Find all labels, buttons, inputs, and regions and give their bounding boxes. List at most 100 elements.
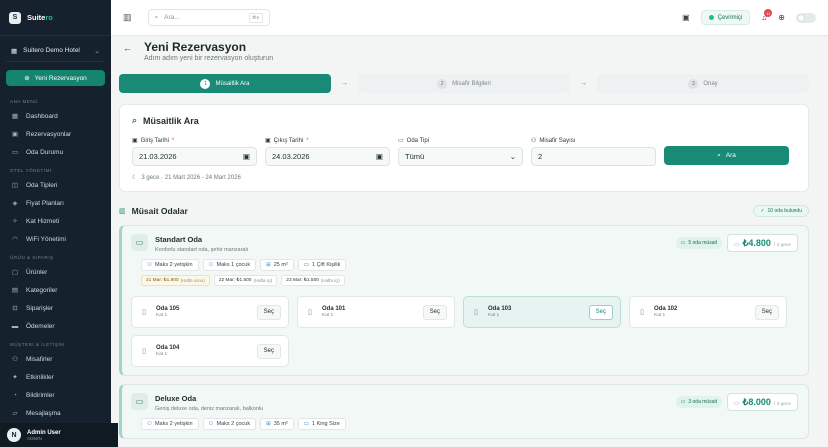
sidebar-toggle-icon[interactable]: ▥ bbox=[123, 12, 132, 23]
rate-note: (Hafta içi) bbox=[320, 278, 340, 283]
room-unit[interactable]: ▯ Oda 103 Kat 1 Seç bbox=[463, 296, 621, 328]
sidebar-item-kat-hizmeti[interactable]: ✧ Kat Hizmeti bbox=[0, 212, 111, 230]
room-unit[interactable]: ▯ Oda 105 Kat 1 Seç bbox=[131, 296, 289, 328]
room-unit[interactable]: ▯ Oda 102 Kat 1 Seç bbox=[629, 296, 787, 328]
calendar-icon: ▣ bbox=[132, 138, 138, 144]
sidebar-item-label: Bildirimler bbox=[26, 391, 55, 399]
child-icon: ⚇ bbox=[208, 421, 214, 427]
select-room-button[interactable]: Seç bbox=[754, 304, 779, 320]
hotel-name: Suitero Demo Hotel bbox=[23, 47, 80, 54]
status-badge[interactable]: Çevrimiçi bbox=[700, 10, 751, 25]
calendar-icon: ▣ bbox=[265, 138, 271, 144]
sidebar-item-label: Oda Tipleri bbox=[26, 181, 58, 189]
select-room-button[interactable]: Seç bbox=[588, 304, 613, 320]
search-icon: ⌕ bbox=[154, 13, 159, 21]
sidebar-item-sipari-ler[interactable]: ⊡ Siparişler bbox=[0, 299, 111, 317]
sidebar-item-label: Dashboard bbox=[26, 112, 58, 120]
bed-icon: ▭ bbox=[11, 149, 19, 156]
sidebar-item-bildirimler[interactable]: ◔ Bildirimler bbox=[0, 386, 111, 404]
sidebar-item-wifi-y-netimi[interactable]: ◠ WiFi Yönetimi bbox=[0, 230, 111, 248]
room-feature-tag: ⚇ Maks 2 çocuk bbox=[202, 418, 257, 430]
checkout-date-input[interactable]: 24.03.2026 ▣ bbox=[265, 147, 390, 166]
step-1[interactable]: 1 Müsaitlik Ara bbox=[119, 74, 331, 93]
sidebar-item-label: Oda Durumu bbox=[26, 148, 64, 156]
checkin-date-input[interactable]: 21.03.2026 ▣ bbox=[132, 147, 257, 166]
sidebar-item-kategoriler[interactable]: ▤ Kategoriler bbox=[0, 281, 111, 299]
sidebar-item-label: Ödemeler bbox=[26, 322, 55, 330]
sidebar-item-label: Fiyat Planları bbox=[26, 199, 64, 207]
room-type-value: Tümü bbox=[405, 152, 425, 161]
room-feature-tag: ⊞ 25 m² bbox=[260, 259, 294, 271]
search-input[interactable]: ⌕ Ara... ⌘K bbox=[147, 9, 270, 26]
availability-count: 5 oda müsait bbox=[688, 240, 717, 246]
calendar-icon[interactable]: ▣ bbox=[682, 13, 690, 22]
room-unit[interactable]: ▯ Oda 101 Kat 1 Seç bbox=[297, 296, 455, 328]
rate-note: (Hafta içi) bbox=[253, 278, 273, 283]
sidebar-item-etkinlikler[interactable]: ✦ Etkinlikler bbox=[0, 368, 111, 386]
globe-icon[interactable]: ⊕ bbox=[778, 13, 785, 22]
logo[interactable]: S bbox=[9, 11, 21, 24]
nightly-rate: 23 Mar: ₺1.500 (Hafta içi) bbox=[281, 275, 345, 286]
room-type-select[interactable]: Tümü ⌄ bbox=[398, 147, 523, 166]
step-3[interactable]: 3 Onay bbox=[597, 74, 809, 93]
select-room-button[interactable]: Seç bbox=[422, 304, 447, 320]
sidebar-item-rezervasyonlar[interactable]: ▣ Rezervasyonlar bbox=[0, 125, 111, 143]
stepper: 1 Müsaitlik Ara → 2 Misafir Bilgileri → … bbox=[119, 74, 809, 93]
wifi-icon: ◠ bbox=[12, 236, 18, 243]
sidebar-item-label: Misafirler bbox=[26, 355, 53, 363]
step-2[interactable]: 2 Misafir Bilgileri bbox=[358, 74, 570, 93]
sidebar-item-fiyat-planlar-[interactable]: ◈ Fiyat Planları bbox=[0, 194, 111, 212]
sidebar-item-label: Kategoriler bbox=[26, 286, 58, 294]
door-icon: ▯ bbox=[308, 309, 312, 316]
feature-text: 25 m² bbox=[273, 262, 288, 268]
sidebar-item--r-nler[interactable]: ▢ Ürünler bbox=[0, 263, 111, 281]
feature-text: Maks 2 çocuk bbox=[216, 421, 251, 427]
topbar: ▥ ⌕ Ara... ⌘K ▣ Çevrimiçi ♫ 11 ⊕ bbox=[111, 0, 828, 36]
area-icon: ⊞ bbox=[266, 262, 271, 268]
layers-icon: ◫ bbox=[11, 182, 19, 189]
new-reservation-button[interactable]: ⊕ Yeni Rezervasyon bbox=[6, 70, 105, 86]
users-icon: ⚇ bbox=[12, 356, 18, 363]
sidebar-item-mesajla-ma[interactable]: ▱ Mesajlaşma bbox=[0, 404, 111, 422]
room-type-label: Oda Tipi bbox=[406, 137, 430, 144]
required-mark: * bbox=[171, 137, 175, 144]
room-floor: Kat 1 bbox=[488, 313, 500, 318]
room-unit[interactable]: ▯ Oda 104 Kat 1 Seç bbox=[131, 335, 289, 367]
building-icon: ▦ bbox=[11, 47, 18, 55]
sidebar-item-misafirler[interactable]: ⚇ Misafirler bbox=[0, 350, 111, 368]
select-room-button[interactable]: Seç bbox=[256, 343, 281, 359]
message-icon: ▱ bbox=[12, 410, 18, 417]
sidebar-item-oda-durumu[interactable]: ▭ Oda Durumu bbox=[0, 143, 111, 161]
back-arrow-icon[interactable]: ← bbox=[123, 43, 132, 53]
select-room-button[interactable]: Seç bbox=[256, 304, 281, 320]
sidebar-header: S Suitero bbox=[0, 0, 111, 36]
moon-icon: ☾ bbox=[132, 175, 138, 181]
sidebar-item-label: Ürünler bbox=[26, 268, 48, 276]
notification-bell-icon[interactable]: ♫ 11 bbox=[761, 9, 773, 22]
search-button[interactable]: ⌕ Ara bbox=[664, 146, 789, 165]
sidebar-item-oda-tipleri[interactable]: ◫ Oda Tipleri bbox=[0, 176, 111, 194]
theme-toggle[interactable] bbox=[796, 12, 816, 23]
room-floor: Kat 1 bbox=[156, 313, 168, 318]
guest-count-input[interactable]: 2 bbox=[531, 147, 656, 166]
sidebar-item--demeler[interactable]: ▬ Ödemeler bbox=[0, 317, 111, 335]
notification-count: 11 bbox=[764, 9, 773, 17]
feature-text: 1 King Size bbox=[311, 421, 340, 427]
bed-icon: ▭ bbox=[680, 399, 686, 405]
hotel-selector[interactable]: ▦ Suitero Demo Hotel ⌄ bbox=[6, 42, 105, 62]
card-icon: ▬ bbox=[11, 322, 19, 330]
wallet-icon: ▭ bbox=[734, 242, 740, 248]
user-profile[interactable]: N Admin User ADMIN bbox=[0, 423, 118, 447]
arrow-right-icon: → bbox=[341, 80, 348, 87]
sidebar-item-dashboard[interactable]: ▦ Dashboard bbox=[0, 107, 111, 125]
page-content: ← Yeni Rezervasyon Adım adım yeni bir re… bbox=[111, 36, 828, 447]
room-type-card: ▭ Deluxe Oda Geniş deluxe oda, deniz man… bbox=[119, 384, 809, 439]
sidebar-section-title: ANA MENÜ bbox=[10, 99, 38, 104]
feature-text: 35 m² bbox=[273, 421, 288, 427]
users-icon: ⚇ bbox=[147, 262, 152, 268]
rate-note: (Hafta sonu) bbox=[180, 278, 205, 283]
page-subtitle: Adım adım yeni bir rezervasyon oluşturun bbox=[144, 55, 274, 62]
room-number: Oda 102 bbox=[654, 306, 678, 312]
sidebar-section-title: OTEL YÖNETİMİ bbox=[10, 168, 52, 173]
room-floor: Kat 1 bbox=[322, 313, 334, 318]
